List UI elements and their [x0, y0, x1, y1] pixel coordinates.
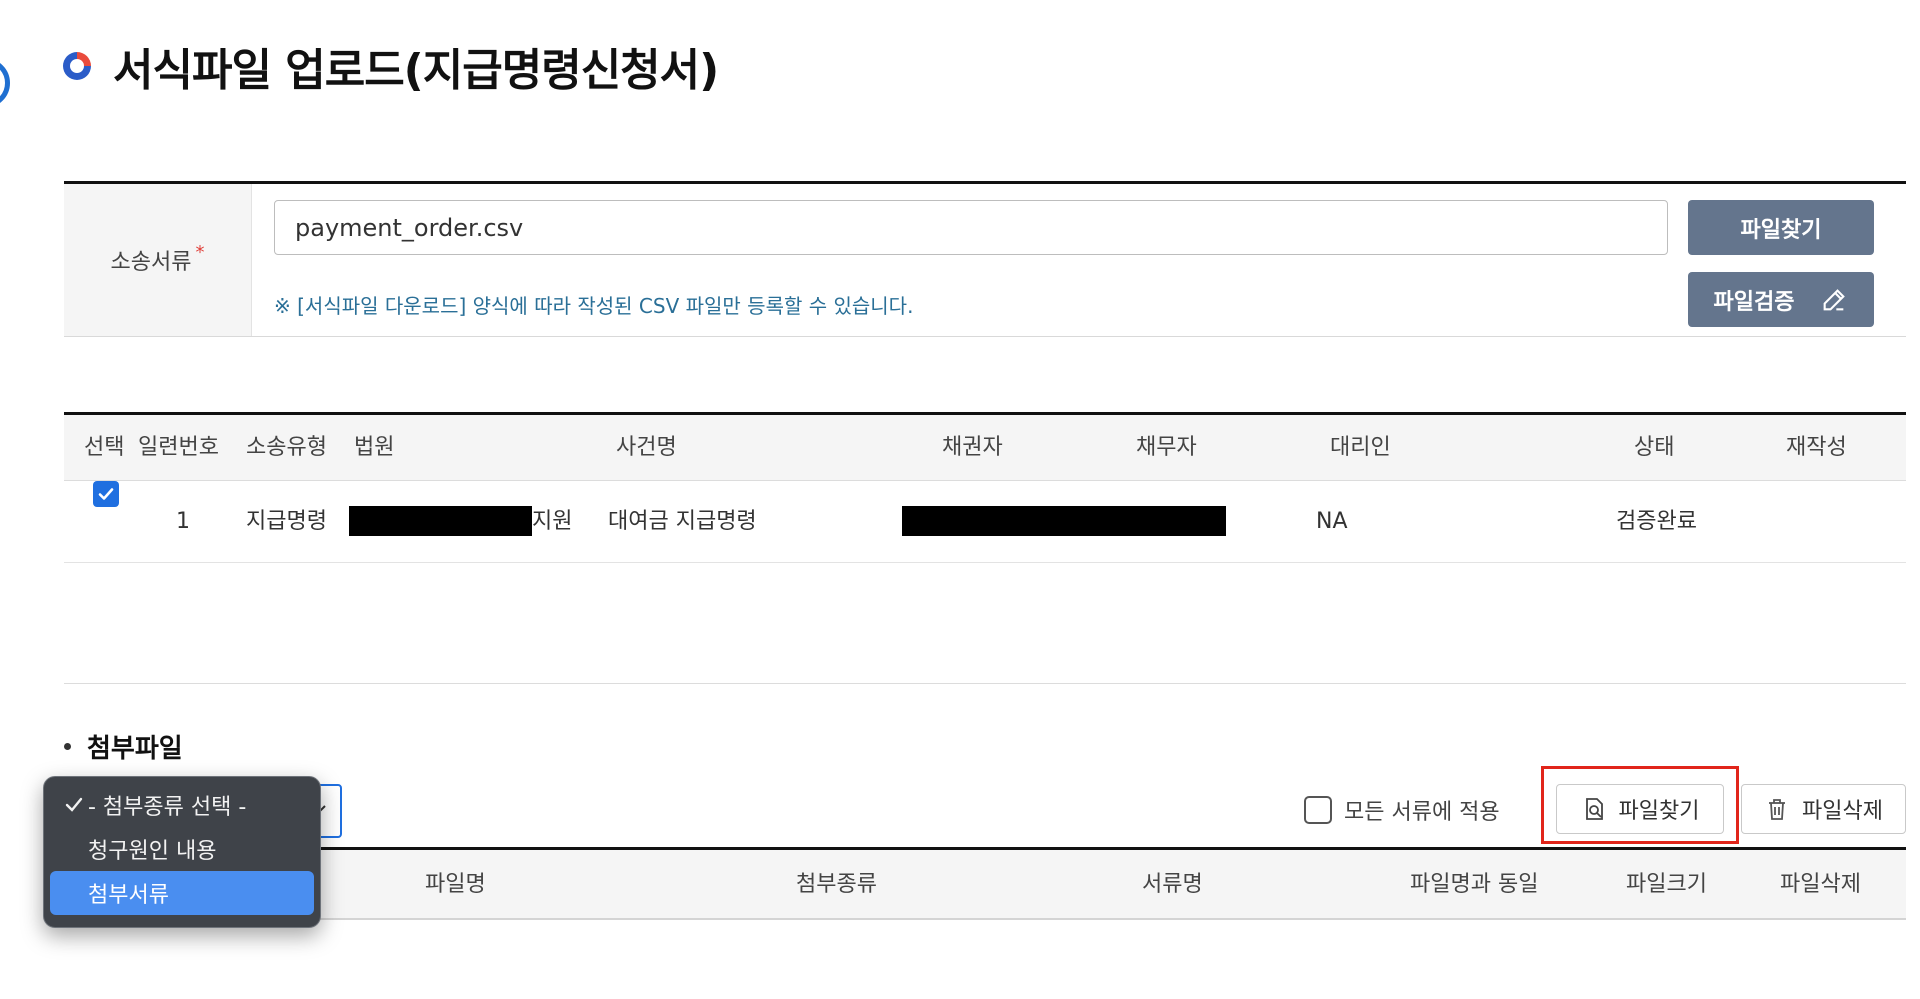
dropdown-option-placeholder[interactable]: - 첨부종류 선택 - — [50, 783, 314, 827]
upload-notice: ※ [서식파일 다운로드] 양식에 따라 작성된 CSV 파일만 등록할 수 있… — [274, 294, 914, 318]
redacted-parties — [902, 506, 1226, 536]
attachment-table-header: 파일명 첨부종류 서류명 파일명과 동일 파일크기 파일삭제 — [64, 850, 1906, 920]
apply-all-option[interactable]: 모든 서류에 적용 — [1304, 794, 1500, 826]
col-suit-type: 소송유형 — [246, 435, 327, 460]
verify-file-button[interactable]: 파일검증 — [1688, 272, 1874, 327]
col-court: 법원 — [354, 435, 395, 460]
checkmark-icon — [65, 797, 83, 812]
row-agent: NA — [1316, 509, 1348, 534]
form-body: ※ [서식파일 다운로드] 양식에 따라 작성된 CSV 파일만 등록할 수 있… — [252, 184, 1906, 336]
col-serial: 일련번호 — [138, 435, 219, 460]
row-court-suffix: 지원 — [532, 509, 573, 534]
apply-all-checkbox[interactable] — [1304, 796, 1332, 824]
apply-all-label: 모든 서류에 적용 — [1344, 800, 1500, 825]
row-status: 검증완료 — [1616, 509, 1697, 534]
attachment-table: 파일명 첨부종류 서류명 파일명과 동일 파일크기 파일삭제 — [64, 847, 1906, 920]
dropdown-option-label: 첨부서류 — [88, 883, 169, 908]
page-header: 서식파일 업로드(지급명령신청서) — [63, 34, 719, 98]
section-divider — [64, 683, 1906, 684]
col-agent: 대리인 — [1330, 435, 1391, 460]
dropdown-option-label: - 첨부종류 선택 - — [88, 795, 247, 820]
bullet-icon — [64, 743, 71, 750]
page-title: 서식파일 업로드(지급명령신청서) — [113, 45, 719, 96]
suit-document-label: 소송서류 — [110, 250, 192, 275]
row-case-name: 대여금 지급명령 — [608, 509, 757, 534]
attach-delete-file-label: 파일삭제 — [1802, 799, 1883, 824]
attach-delete-file-button[interactable]: 파일삭제 — [1741, 784, 1906, 834]
attachments-section-title: 첨부파일 — [64, 728, 183, 765]
file-search-icon — [1585, 798, 1603, 820]
side-widget-icon[interactable] — [0, 58, 10, 108]
table-row[interactable]: 1 지급명령 지원 대여금 지급명령 NA 검증완료 — [64, 481, 1906, 563]
attachments-title-text: 첨부파일 — [87, 734, 183, 764]
col-rewrite: 재작성 — [1786, 435, 1847, 460]
col-debtor: 채무자 — [1136, 435, 1197, 460]
col-creditor: 채권자 — [942, 435, 1003, 460]
page: 서식파일 업로드(지급명령신청서) 소송서류 * ※ [서식파일 다운로드] 양… — [0, 0, 1920, 999]
col-file-name: 파일명 — [425, 872, 486, 897]
title-bullet-icon — [63, 52, 91, 80]
check-icon — [98, 488, 114, 500]
col-same-as-file: 파일명과 동일 — [1410, 872, 1539, 897]
row-suit-type: 지급명령 — [246, 509, 327, 534]
col-select: 선택 — [84, 435, 125, 460]
find-file-button-label: 파일찾기 — [1740, 217, 1822, 243]
redacted-court — [349, 506, 532, 536]
attach-find-file-label: 파일찾기 — [1618, 799, 1700, 824]
trash-icon — [1769, 799, 1786, 820]
required-mark: * — [195, 241, 205, 263]
col-attach-type: 첨부종류 — [796, 872, 877, 897]
dropdown-option-claim-cause[interactable]: 청구원인 내용 — [50, 827, 314, 871]
row-select-checkbox[interactable] — [93, 481, 119, 507]
find-file-button[interactable]: 파일찾기 — [1688, 200, 1874, 255]
attach-find-file-button[interactable]: 파일찾기 — [1556, 784, 1724, 834]
verify-file-button-label: 파일검증 — [1713, 289, 1795, 315]
col-doc-name: 서류명 — [1142, 872, 1203, 897]
upload-form: 소송서류 * ※ [서식파일 다운로드] 양식에 따라 작성된 CSV 파일만 … — [64, 181, 1906, 337]
col-case-name: 사건명 — [616, 435, 677, 460]
dropdown-option-label: 청구원인 내용 — [88, 839, 217, 864]
suit-table-header: 선택 일련번호 소송유형 법원 사건명 채권자 채무자 대리인 상태 재작성 — [64, 415, 1906, 481]
file-path-input[interactable] — [274, 200, 1668, 255]
attachment-type-dropdown: - 첨부종류 선택 - 청구원인 내용 첨부서류 — [43, 776, 321, 928]
suit-table: 선택 일련번호 소송유형 법원 사건명 채권자 채무자 대리인 상태 재작성 1… — [64, 412, 1906, 563]
pencil-icon — [1824, 288, 1846, 310]
form-label-cell: 소송서류 * — [64, 184, 252, 336]
dropdown-option-attached-docs[interactable]: 첨부서류 — [50, 871, 314, 915]
col-file-delete: 파일삭제 — [1780, 872, 1861, 897]
col-file-size: 파일크기 — [1626, 872, 1707, 897]
row-serial: 1 — [176, 509, 190, 534]
col-status: 상태 — [1634, 435, 1675, 460]
